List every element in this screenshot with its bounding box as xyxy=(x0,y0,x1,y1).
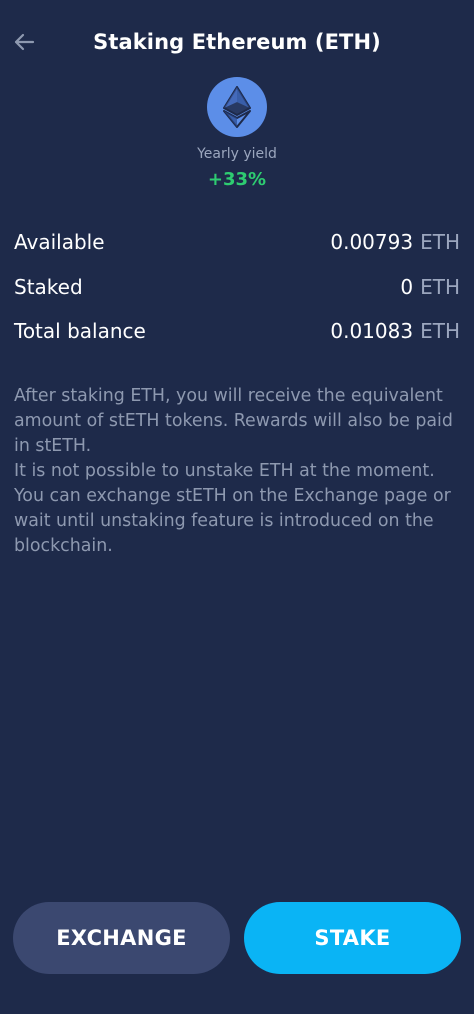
page-title: Staking Ethereum (ETH) xyxy=(93,30,381,54)
balance-row-total: Total balance 0.01083 ETH xyxy=(14,309,460,354)
balance-value: 0.00793 xyxy=(330,230,414,255)
balance-amount: 0.01083 ETH xyxy=(330,319,460,343)
balance-row-staked: Staked 0 ETH xyxy=(14,265,460,310)
balance-list: Available 0.00793 ETH Staked 0 ETH Total b… xyxy=(14,220,460,354)
balance-label: Available xyxy=(14,230,105,255)
balance-amount: 0 ETH xyxy=(400,275,460,299)
balance-unit: ETH xyxy=(420,230,460,255)
balance-label: Staked xyxy=(14,274,83,299)
balance-label: Total balance xyxy=(14,319,146,344)
balance-unit: ETH xyxy=(420,274,460,299)
balance-unit: ETH xyxy=(420,319,460,344)
balance-amount: 0.00793 ETH xyxy=(330,230,460,254)
yield-label: Yearly yield xyxy=(197,146,277,162)
balance-value: 0.01083 xyxy=(330,319,414,344)
stake-button[interactable]: STAKE xyxy=(244,902,461,974)
balance-value: 0 xyxy=(400,274,414,299)
yield-value: +33% xyxy=(207,169,267,190)
ethereum-icon xyxy=(223,86,251,128)
staking-info-text: After staking ETH, you will receive the … xyxy=(14,384,460,559)
coin-logo xyxy=(207,77,267,137)
info-paragraph: It is not possible to unstake ETH at the… xyxy=(14,461,451,556)
exchange-button[interactable]: EXCHANGE xyxy=(13,902,230,974)
info-paragraph: After staking ETH, you will receive the … xyxy=(14,386,453,456)
header: Staking Ethereum (ETH) xyxy=(0,0,474,84)
balance-row-available: Available 0.00793 ETH xyxy=(14,220,460,265)
